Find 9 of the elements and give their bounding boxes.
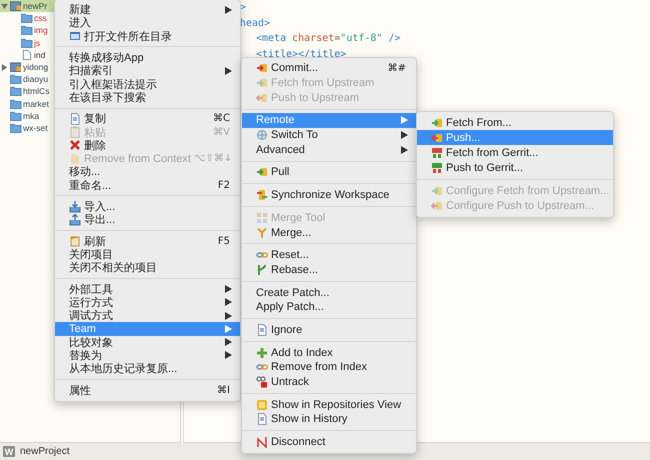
status-text: newProject [20,446,70,457]
code-token: <meta [256,33,286,44]
code-token: head> [240,18,270,29]
code-token: = [334,33,340,44]
code-token: /> [388,33,400,44]
code-token: charset [292,33,334,44]
code-token: <title></title> [256,49,346,60]
code-token: "utf-8" [340,33,382,44]
app-icon: W [3,446,15,457]
